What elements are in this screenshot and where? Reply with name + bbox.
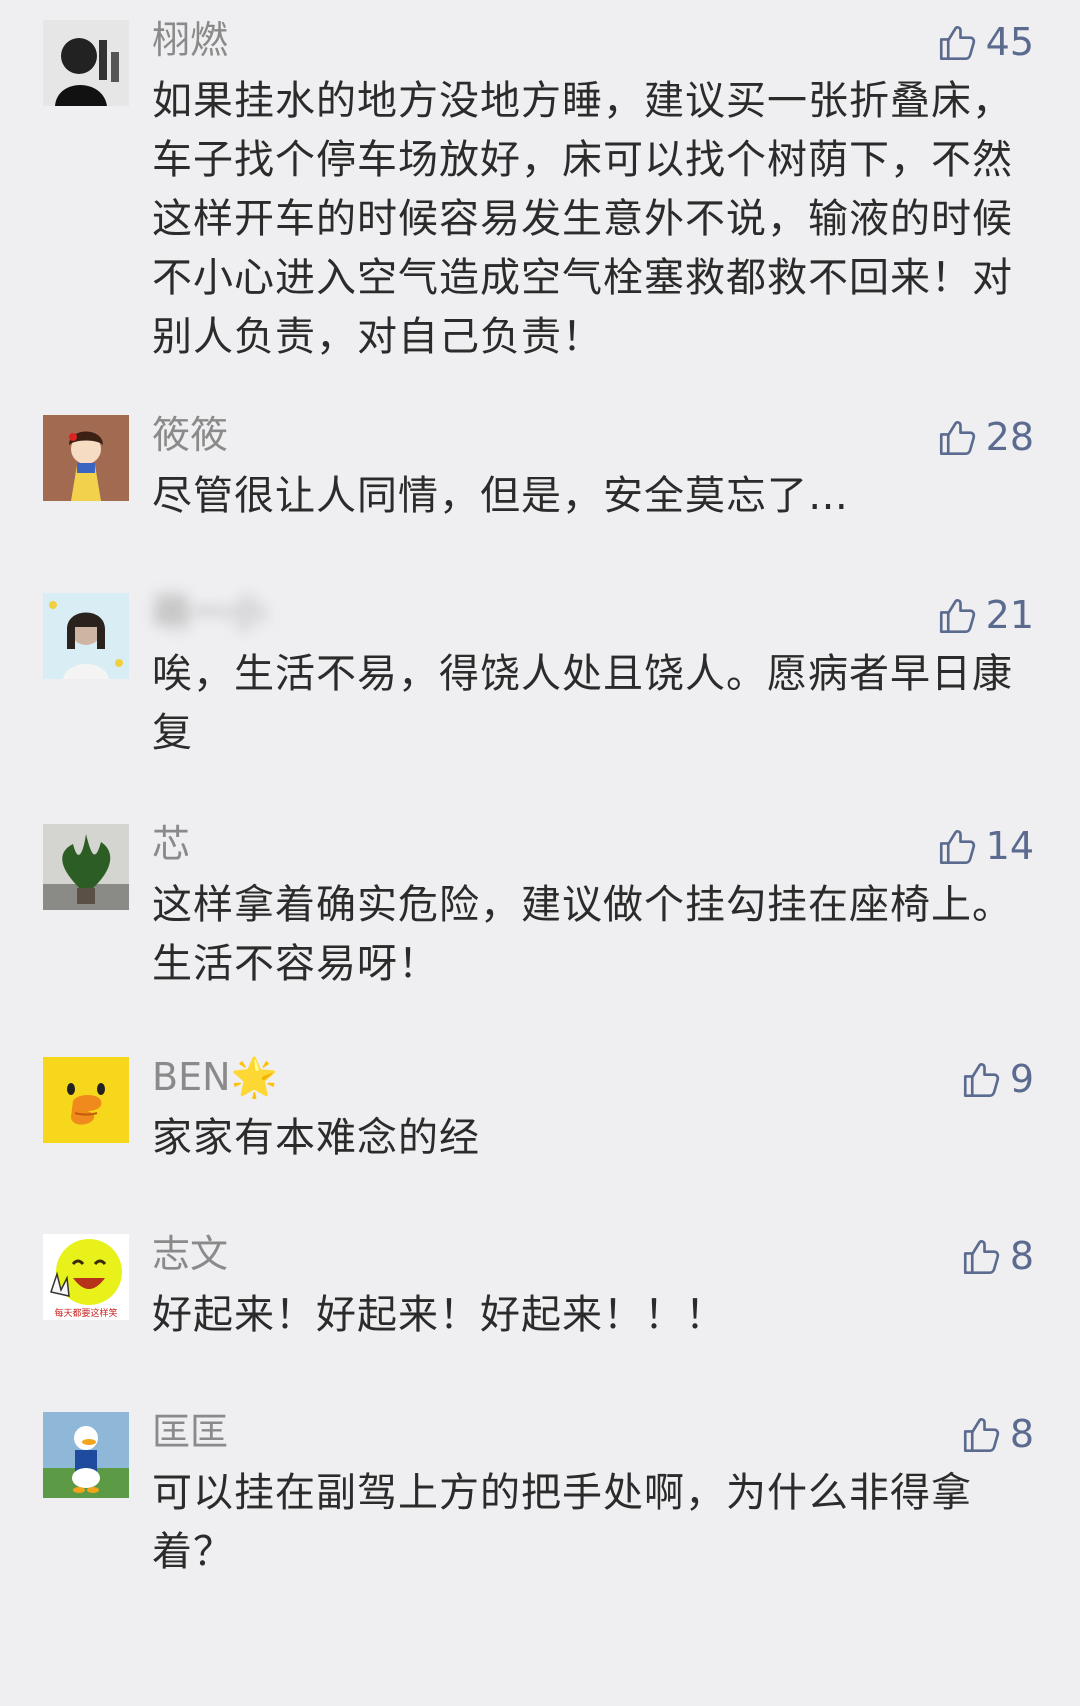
thumbs-up-icon	[936, 825, 978, 867]
like-count: 28	[985, 415, 1034, 459]
thumbs-up-icon	[936, 416, 978, 458]
username[interactable]: 萌一小	[152, 587, 266, 639]
avatar[interactable]	[43, 1412, 129, 1498]
thumbs-up-icon	[936, 21, 978, 63]
avatar[interactable]	[43, 415, 129, 501]
like-count: 8	[1009, 1234, 1034, 1278]
comment-text: 可以挂在副驾上方的把手处啊，为什么非得拿着？	[152, 1470, 972, 1575]
avatar[interactable]	[43, 593, 129, 679]
like-button[interactable]: 8	[960, 1408, 1034, 1460]
like-button[interactable]: 45	[936, 16, 1034, 68]
username[interactable]: 志文	[152, 1228, 228, 1280]
like-button[interactable]: 28	[936, 411, 1034, 463]
like-button[interactable]: 8	[960, 1230, 1034, 1282]
like-button[interactable]: 14	[936, 820, 1034, 872]
username[interactable]: 栩燃	[152, 14, 228, 66]
thumbs-up-icon	[960, 1235, 1002, 1277]
avatar[interactable]: 每天都要这样笑	[43, 1234, 129, 1320]
username[interactable]: 筱筱	[152, 409, 228, 461]
avatar[interactable]	[43, 1057, 129, 1143]
comment-text: 这样拿着确实危险，建议做个挂勾挂在座椅上。生活不容易呀！	[152, 882, 1013, 987]
comment-text: 家家有本难念的经	[152, 1115, 480, 1161]
thumbs-up-icon	[960, 1413, 1002, 1455]
thumbs-up-icon	[936, 594, 978, 636]
avatar-caption: 每天都要这样笑	[54, 1307, 117, 1319]
avatar[interactable]	[43, 20, 129, 106]
username[interactable]: 匡匡	[152, 1406, 228, 1458]
avatar[interactable]	[43, 824, 129, 910]
comment-text: 尽管很让人同情，但是，安全莫忘了…	[152, 473, 849, 519]
username[interactable]: BEN🌟	[152, 1051, 278, 1103]
comment-text: 唉，生活不易，得饶人处且饶人。愿病者早日康复	[152, 651, 1013, 756]
thumbs-up-icon	[960, 1058, 1002, 1100]
like-count: 45	[985, 20, 1034, 64]
like-count: 21	[985, 593, 1034, 637]
comment-text: 如果挂水的地方没地方睡，建议买一张折叠床，车子找个停车场放好，床可以找个树荫下，…	[152, 78, 1013, 360]
username[interactable]: 芯	[152, 818, 190, 870]
like-count: 14	[985, 824, 1034, 868]
comment-text: 好起来！好起来！好起来！！！	[152, 1292, 726, 1338]
like-count: 9	[1009, 1057, 1034, 1101]
like-count: 8	[1009, 1412, 1034, 1456]
like-button[interactable]: 9	[960, 1053, 1034, 1105]
like-button[interactable]: 21	[936, 589, 1034, 641]
